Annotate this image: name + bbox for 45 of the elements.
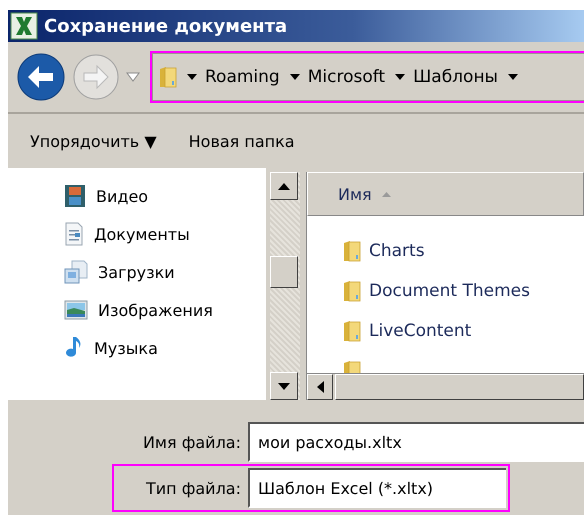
address-bar[interactable]: Roaming Microsoft Шаблоны (152, 53, 584, 101)
organize-button[interactable]: Упорядочить ▼ (30, 132, 157, 150)
column-title[interactable]: Имя (338, 184, 372, 204)
folder-icon (343, 240, 361, 262)
film-icon (64, 184, 86, 208)
breadcrumb-item[interactable]: Roaming (205, 67, 280, 87)
input-field[interactable]: Шаблон Excel (*.xltx) (248, 468, 506, 508)
sidebar-item[interactable]: Документы (94, 224, 190, 244)
scrollbar-thumb[interactable] (270, 256, 298, 288)
field-label: Имя файла: (142, 432, 242, 452)
caret-icon[interactable] (395, 74, 406, 80)
landscape-icon (64, 300, 88, 320)
scroll-up-button[interactable] (270, 172, 298, 200)
file-name[interactable]: Charts (369, 241, 425, 261)
sort-arrow-icon (382, 192, 391, 196)
dropdown-icon[interactable] (126, 72, 140, 82)
sidebar-item[interactable]: Изображения (98, 300, 213, 320)
caret-icon[interactable] (187, 74, 197, 80)
folder-icon (343, 280, 361, 302)
up-arrow-icon (278, 182, 290, 190)
excel-icon (10, 12, 38, 40)
file-name[interactable]: LiveContent (369, 321, 472, 341)
sidebar-item[interactable]: Видео (96, 186, 148, 206)
breadcrumb-item[interactable]: Шаблоны (413, 67, 498, 87)
breadcrumb-item[interactable]: Microsoft (308, 67, 386, 87)
scrollbar-thumb[interactable] (335, 374, 584, 400)
caret-icon[interactable] (290, 74, 300, 80)
sidebar-item[interactable]: Музыка (94, 338, 158, 358)
field-label: Тип файла: (144, 478, 242, 498)
scroll-left-button[interactable] (307, 374, 333, 400)
folder-icon (343, 320, 361, 342)
left-arrow-icon (316, 381, 324, 393)
window-title: Сохранение документа (44, 16, 288, 36)
sidebar-item[interactable]: Загрузки (98, 262, 175, 282)
scroll-down-button[interactable] (270, 372, 298, 400)
file-name[interactable]: Document Themes (369, 281, 530, 301)
new-folder-button[interactable]: Новая папка (188, 132, 295, 150)
folder-icon (159, 66, 177, 88)
back-button[interactable] (16, 52, 66, 102)
column-header[interactable]: Имя (307, 172, 584, 216)
downloads-icon (64, 260, 88, 284)
input-field[interactable]: мои расходы.xltx (248, 422, 584, 462)
document-icon (64, 222, 84, 246)
down-arrow-icon (278, 382, 290, 390)
caret-icon[interactable] (508, 74, 518, 80)
